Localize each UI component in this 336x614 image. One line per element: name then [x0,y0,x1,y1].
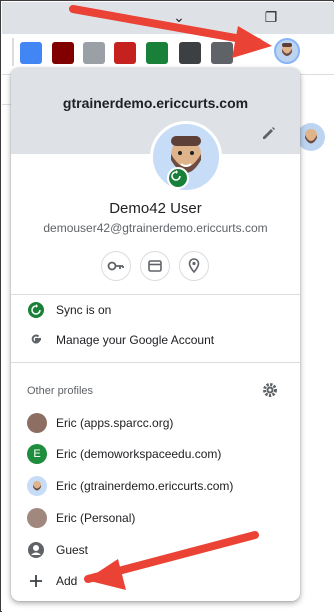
guest-label: Guest [56,543,89,557]
profile-row[interactable]: E Eric (demoworkspaceedu.com) [11,439,300,469]
rocket-extension-icon[interactable] [179,42,201,64]
red-book-extension-icon[interactable] [114,42,136,64]
sync-badge-icon [167,167,189,189]
sync-row[interactable]: Sync is on [11,295,300,325]
profile-label: Eric (Personal) [56,511,136,525]
google-translate-extension-icon[interactable] [20,42,42,64]
passwords-button[interactable] [101,251,131,281]
profile-row[interactable]: Eric (apps.sparcc.org) [11,408,300,438]
profile-letter-icon: E [27,444,47,464]
section-divider [11,362,300,363]
ublock-extension-icon[interactable] [52,42,74,64]
manage-account-label: Manage your Google Account [56,333,215,347]
title-bar: ⌄ ❐ [2,2,334,34]
restore-button[interactable]: ❐ [262,8,280,26]
credit-card-icon [148,260,162,272]
sync-icon [27,301,45,319]
grey-square-extension-icon[interactable] [83,42,105,64]
puzzle-extension-icon[interactable] [211,42,233,64]
profile-avatar-icon [27,476,47,496]
profile-photo-icon [27,413,47,433]
user-email: demouser42@gtrainerdemo.ericcurts.com [43,221,268,235]
account-domain: gtrainerdemo.ericcurts.com [62,95,249,111]
edit-pencil-icon[interactable] [260,124,278,142]
manage-account-row[interactable]: Manage your Google Account [11,325,300,355]
gear-icon[interactable] [261,381,279,399]
profile-label: Eric (demoworkspaceedu.com) [56,447,222,461]
key-icon [107,261,124,271]
profile-row[interactable]: Eric (Personal) [11,503,300,533]
profile-avatar-button[interactable] [274,38,300,64]
add-label: Add [56,574,78,588]
sync-label: Sync is on [56,303,112,317]
profile-label: Eric (gtrainerdemo.ericcurts.com) [56,479,234,493]
profile-avatar-icon [282,43,292,56]
profile-row[interactable]: Eric (gtrainerdemo.ericcurts.com) [11,471,300,501]
minimize-button[interactable]: ⌄ [170,8,188,26]
omnibox-edge [12,38,14,66]
plus-icon [27,572,45,590]
addresses-button[interactable] [179,251,209,281]
user-name: Demo42 User [109,200,202,217]
add-profile-row[interactable]: Add [11,566,300,596]
profile-photo-icon [27,508,47,528]
location-pin-icon [188,258,200,274]
green-n-extension-icon[interactable] [146,42,168,64]
other-profiles-heading: Other profiles [27,385,94,397]
page-avatar-icon [297,123,325,151]
profile-label: Eric (apps.sparcc.org) [56,416,174,430]
guest-row[interactable]: Guest [11,535,300,565]
guest-account-icon [27,541,45,559]
google-g-icon [27,331,45,349]
payment-methods-button[interactable] [140,251,170,281]
profile-menu: gtrainerdemo.ericcurts.com Demo42 User d… [11,68,300,601]
